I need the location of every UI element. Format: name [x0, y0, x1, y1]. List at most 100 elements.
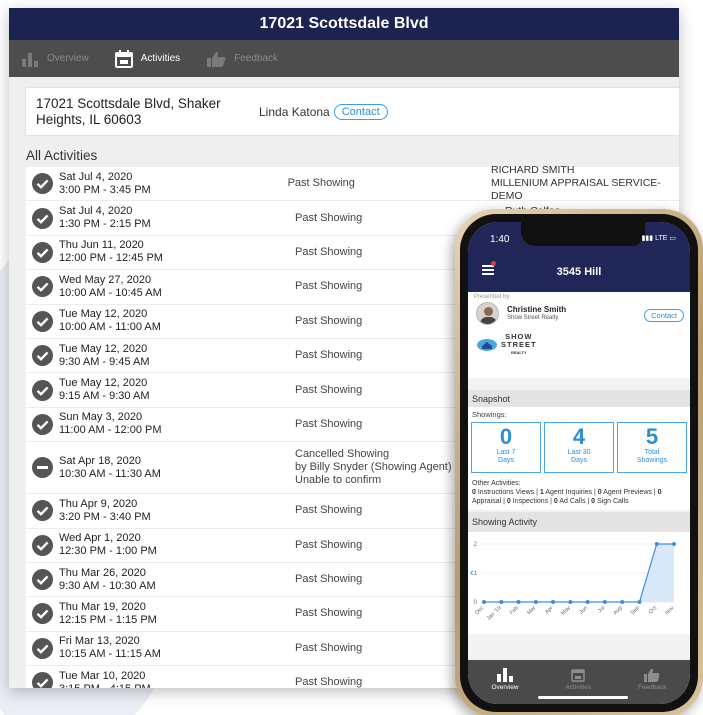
activity-datetime: Wed May 27, 2020 10:00 AM - 10:45 AM	[59, 274, 295, 300]
stat-value: 5	[645, 424, 659, 449]
data-point	[551, 600, 556, 604]
activity-datetime: Tue May 12, 2020 10:00 AM - 11:00 AM	[59, 308, 295, 334]
x-tick-label: Jul	[597, 605, 606, 614]
x-tick-label: Mar	[526, 605, 537, 616]
x-tick-label: Aug	[612, 605, 623, 616]
activity-date: Thu Mar 26, 2020	[59, 566, 146, 579]
cancelled-icon	[32, 457, 53, 479]
activity-time: 10:30 AM - 11:30 AM	[59, 467, 161, 480]
activity-date: Tue May 12, 2020	[59, 308, 148, 321]
phone-screen: 1:40 ▮▮▮ LTE ▭ 3545 Hill Presented by Ch…	[468, 222, 690, 704]
other-activity-count: 0	[472, 489, 476, 496]
activity-date: Tue Mar 10, 2020	[59, 669, 146, 682]
presenter-section: Presented by Christine Smith Show Street…	[468, 292, 690, 378]
activity-date: Fri Mar 13, 2020	[59, 635, 140, 648]
x-tick-label: Sep	[630, 605, 641, 616]
phone-mockup: 1:40 ▮▮▮ LTE ▭ 3545 Hill Presented by Ch…	[455, 209, 703, 715]
activity-date: Tue May 12, 2020	[59, 377, 148, 390]
other-activity-label: Agent Previews	[603, 489, 652, 496]
activity-datetime: Fri Mar 13, 2020 10:15 AM - 11:15 AM	[59, 635, 295, 661]
stat-label-2: Days	[498, 457, 514, 464]
activity-date: Tue May 12, 2020	[59, 342, 148, 355]
activity-date: Sat Jul 4, 2020	[59, 170, 133, 183]
data-point	[499, 600, 504, 604]
activity-datetime: Sat Jul 4, 2020 1:30 PM - 2:15 PM	[59, 205, 295, 231]
data-point	[568, 600, 573, 604]
activity-time: 3:15 PM - 4:15 PM	[59, 683, 295, 688]
activity-date: Wed May 27, 2020	[59, 273, 152, 286]
x-tick-label: Jun	[579, 605, 590, 616]
activity-datetime: Tue May 12, 2020 9:30 AM - 9:45 AM	[59, 343, 295, 369]
tab-activities[interactable]: Activities	[114, 49, 180, 68]
presented-by-label: Presented by	[474, 294, 510, 300]
tab-feedback-label: Feedback	[234, 53, 279, 64]
data-point	[654, 542, 659, 546]
listing-card: 17021 Scottsdale Blvd, Shaker Heights, I…	[26, 88, 679, 135]
status-network: ▮▮▮ LTE ▭	[642, 234, 676, 242]
check-circle-icon	[32, 310, 53, 332]
tab-overview-label: Overview	[47, 53, 89, 64]
other-activity-label: Instructions Views	[477, 489, 535, 496]
activity-agent-company: MILLENIUM APPRAISAL SERVICE-DEMO	[491, 177, 661, 203]
check-circle-icon	[32, 173, 53, 195]
logo-text: SHOW STREET REALTY	[501, 333, 537, 357]
activity-time: 3:00 PM - 3:45 PM	[59, 183, 151, 196]
data-point	[516, 600, 521, 604]
activity-status: Past Showing	[288, 177, 491, 190]
phone-contact-button[interactable]: Contact	[644, 309, 684, 322]
check-circle-icon	[32, 379, 53, 401]
stat-box-total[interactable]: 5 Total Showings	[617, 422, 687, 473]
showing-activity-title: Showing Activity	[468, 512, 690, 532]
activity-datetime: Sat Jul 4, 2020 3:00 PM - 3:45 PM	[59, 171, 288, 197]
showing-activity-chart: 0 1 2 Dec Jan '19 Feb Mar Apr May Jun Jul Aug Sep Oct…	[468, 532, 690, 634]
contact-button[interactable]: Contact	[333, 103, 388, 120]
snapshot-title: Snapshot	[468, 390, 690, 407]
activity-time: 10:00 AM - 10:45 AM	[59, 286, 162, 299]
activity-time: 9:15 AM - 9:30 AM	[59, 390, 150, 403]
x-tick-label: Dec	[474, 605, 485, 616]
activity-time: 12:15 PM - 1:15 PM	[59, 613, 157, 626]
stat-box-last7[interactable]: 0 Last 7 Days	[471, 422, 541, 473]
signal-icon: ▮▮▮	[641, 235, 654, 242]
y-tick-label: 1	[474, 571, 478, 577]
stat-box-last30[interactable]: 4 Last 30 Days	[544, 422, 614, 473]
data-point	[533, 600, 538, 604]
other-activity-label: Appraisal	[472, 498, 502, 505]
data-point	[620, 600, 625, 604]
check-circle-icon	[32, 241, 53, 263]
phone-tab-activities[interactable]: Activities	[565, 668, 591, 691]
x-tick-label: Feb	[509, 605, 520, 616]
calendar-icon	[114, 49, 133, 68]
activity-row[interactable]: Sat Jul 4, 2020 3:00 PM - 3:45 PM Past Sho…	[26, 164, 679, 203]
activity-datetime: Sat Apr 18, 2020 10:30 AM - 11:30 AM	[59, 455, 295, 481]
other-activities: Other Activities: 0 Instructions Views |…	[468, 477, 690, 510]
stat-label: Last 30	[567, 449, 591, 456]
activity-agent: RICHARD SMITH MILLENIUM APPRAISAL SERVICE…	[491, 164, 679, 203]
data-point	[602, 600, 607, 604]
tab-feedback[interactable]: Feedback	[206, 51, 278, 67]
status-time: 1:40	[490, 234, 510, 245]
activity-date: Wed Apr 1, 2020	[59, 532, 141, 545]
logo-line3: REALTY	[510, 350, 527, 355]
tab-overview[interactable]: Overview	[21, 51, 89, 67]
listing-agent: Linda Katona Contact	[259, 103, 388, 120]
tab-bar: Overview Activities Feedback	[9, 40, 679, 77]
x-tick-label: Oct	[648, 605, 659, 616]
stat-label-2: Showings	[636, 457, 668, 464]
other-activity-label: Inspections	[512, 498, 549, 505]
brand-logo: SHOW STREET REALTY	[476, 333, 684, 357]
activity-time: 1:30 PM - 2:15 PM	[59, 218, 151, 231]
activity-time: 12:30 PM - 1:00 PM	[59, 545, 157, 558]
phone-tab-feedback[interactable]: Feedback	[638, 668, 667, 691]
other-activity-count: 0	[657, 489, 662, 496]
section-title: All Activities	[26, 148, 98, 163]
activity-status-text: Past Showing	[287, 177, 355, 190]
phone-title: 3545 Hill	[556, 266, 602, 278]
chart-prev-arrow[interactable]: ‹	[470, 567, 474, 579]
other-activity-count: 1	[539, 489, 544, 496]
data-point	[482, 600, 486, 604]
phone-tab-overview[interactable]: Overview	[491, 668, 519, 691]
activity-time: 9:30 AM - 9:45 AM	[59, 355, 150, 368]
stage: 17021 Scottsdale Blvd Overview Activitie…	[0, 0, 703, 715]
other-activities-list: 0 Instructions Views | 1 Agent Inquiries…	[472, 488, 686, 506]
